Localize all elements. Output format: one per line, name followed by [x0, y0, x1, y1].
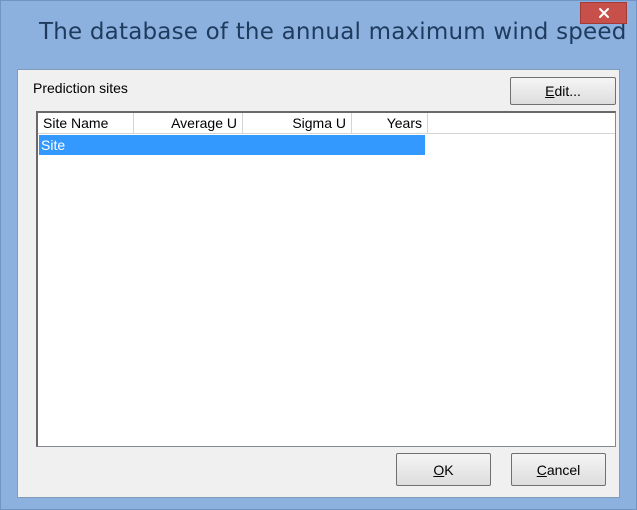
- ok-button-label: K: [444, 461, 454, 478]
- edit-button[interactable]: Edit...: [510, 77, 616, 105]
- list-header: Site Name Average U Sigma U Years: [38, 113, 615, 134]
- column-header-sigma-u[interactable]: Sigma U: [243, 113, 352, 133]
- prediction-sites-label: Prediction sites: [33, 80, 128, 96]
- cancel-button-mnemonic: C: [536, 461, 547, 478]
- cancel-button-label: ancel: [546, 461, 581, 478]
- dialog-window: The database of the annual maximum wind …: [0, 0, 637, 510]
- title-bar[interactable]: The database of the annual maximum wind …: [1, 1, 636, 69]
- table-row[interactable]: Site: [39, 135, 425, 155]
- close-icon: [598, 8, 609, 18]
- site-name-cell: Site: [41, 137, 66, 153]
- window-title: The database of the annual maximum wind …: [39, 19, 627, 45]
- edit-button-label: dit...: [554, 83, 581, 99]
- ok-button[interactable]: OK: [396, 453, 491, 486]
- column-header-site-name[interactable]: Site Name: [38, 113, 134, 133]
- column-header-years[interactable]: Years: [352, 113, 428, 133]
- cancel-button[interactable]: Cancel: [511, 453, 606, 486]
- dialog-client-area: Prediction sites Edit... Site Name Avera…: [17, 69, 620, 498]
- close-button[interactable]: [580, 2, 627, 24]
- edit-button-mnemonic: E: [545, 83, 555, 99]
- column-header-average-u[interactable]: Average U: [134, 113, 243, 133]
- prediction-sites-list[interactable]: Site Name Average U Sigma U Years Site: [36, 111, 616, 447]
- ok-button-mnemonic: O: [433, 461, 445, 478]
